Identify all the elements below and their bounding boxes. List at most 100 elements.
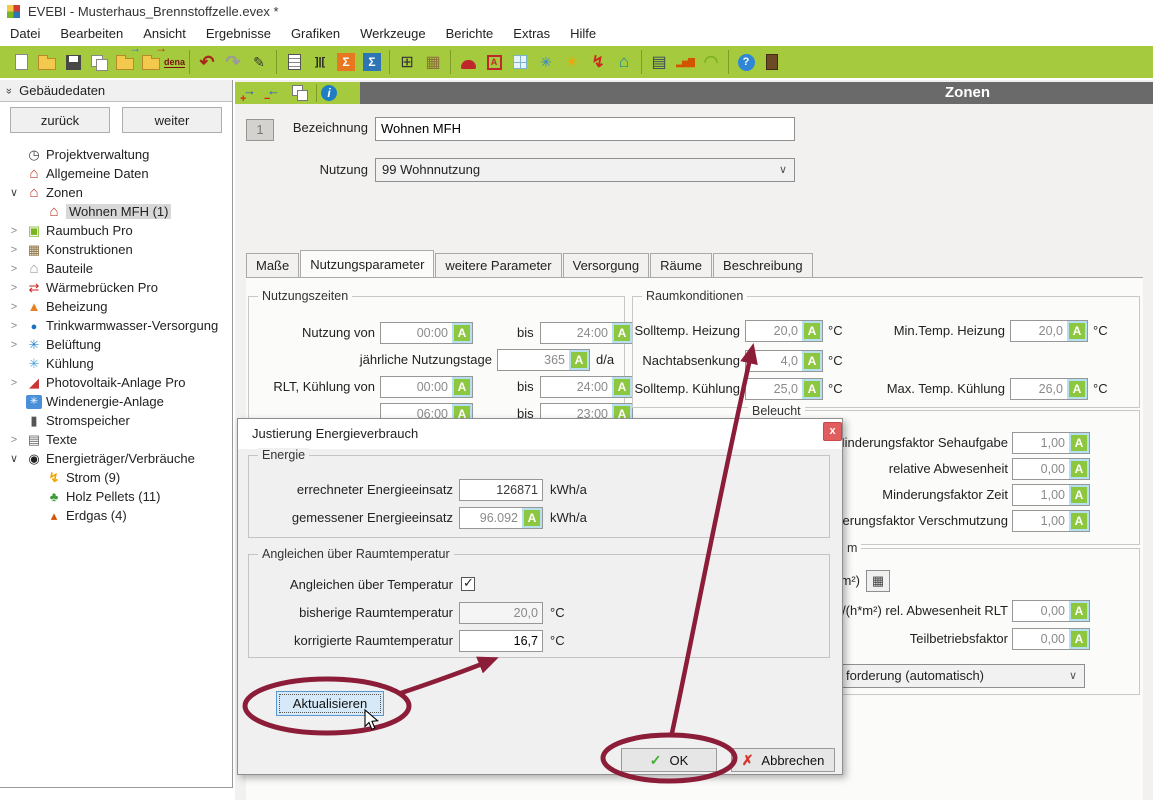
tab-raeume[interactable]: Räume [650, 253, 712, 277]
open-folder-icon[interactable] [34, 49, 60, 75]
rel-abwesenheit-rlt-field[interactable]: 0,00A [1012, 600, 1090, 622]
calculator-button[interactable] [866, 570, 890, 592]
bezeichnung-input[interactable]: Wohnen MFH [375, 117, 795, 141]
menu-berichte[interactable]: Berichte [436, 22, 504, 46]
tab-masse[interactable]: Maße [246, 253, 299, 277]
menu-datei[interactable]: Datei [0, 22, 50, 46]
undo-icon[interactable] [194, 49, 220, 75]
sidebar-item-windenergie[interactable]: Windenergie-Anlage [0, 392, 232, 411]
sidebar-item-holz-pellets[interactable]: Holz Pellets (11) [0, 487, 232, 506]
help-icon[interactable] [733, 49, 759, 75]
auto-button[interactable]: A [1067, 379, 1087, 399]
house-euro-icon[interactable] [611, 49, 637, 75]
sidebar-item-kuehlung[interactable]: Kühlung [0, 354, 232, 373]
menu-werkzeuge[interactable]: Werkzeuge [350, 22, 436, 46]
energy-curve-icon[interactable] [698, 49, 724, 75]
back-button[interactable]: zurück [10, 107, 110, 133]
menu-hilfe[interactable]: Hilfe [560, 22, 606, 46]
min-temp-heizung-field[interactable]: 20,0A [1010, 320, 1088, 342]
errechneter-energieeinsatz-field[interactable]: 126871 [459, 479, 543, 501]
teilbetriebsfaktor-field[interactable]: 0,00A [1012, 628, 1090, 650]
sidebar-item-strom[interactable]: Strom (9) [0, 468, 232, 487]
lightning-icon[interactable] [585, 49, 611, 75]
nutzung-von-field[interactable]: 00:00A [380, 322, 473, 344]
nutzungstage-field[interactable]: 365A [497, 349, 590, 371]
add-zone-icon[interactable] [240, 84, 264, 102]
ok-button[interactable]: OK [621, 748, 717, 772]
scheme-icon[interactable] [394, 49, 420, 75]
angleichen-checkbox[interactable] [461, 577, 475, 591]
sidebar-item-projektverwaltung[interactable]: Projektverwaltung [0, 145, 232, 164]
helmet-icon[interactable] [455, 49, 481, 75]
expander-closed-icon[interactable] [8, 434, 20, 446]
max-temp-kuehlung-field[interactable]: 26,0A [1010, 378, 1088, 400]
solltemp-kuehlung-field[interactable]: 25,0A [745, 378, 823, 400]
fire-protection-icon[interactable] [481, 49, 507, 75]
auto-button[interactable]: A [802, 321, 822, 341]
auto-button[interactable]: A [452, 323, 472, 343]
dena-logo[interactable]: dena [164, 57, 185, 68]
auto-button[interactable]: A [1069, 485, 1089, 505]
document-icon[interactable] [281, 49, 307, 75]
door-icon[interactable] [759, 49, 785, 75]
sidebar-item-energietraeger[interactable]: Energieträger/Verbräuche [0, 449, 232, 468]
sidebar-item-texte[interactable]: Texte [0, 430, 232, 449]
report-icon[interactable] [646, 49, 672, 75]
rlt-von-field[interactable]: 00:00A [380, 376, 473, 398]
auto-button[interactable]: A [1069, 433, 1089, 453]
sidebar-item-erdgas[interactable]: Erdgas (4) [0, 506, 232, 525]
copy-icon[interactable] [86, 49, 112, 75]
minderungsfaktor-zeit-field[interactable]: 1,00A [1012, 484, 1090, 506]
expander-closed-icon[interactable] [8, 282, 20, 294]
wall-layers-icon[interactable] [420, 49, 446, 75]
window-icon[interactable] [507, 49, 533, 75]
auto-button[interactable]: A [1069, 459, 1089, 479]
nutzung-select[interactable]: 99 Wohnnutzung [375, 158, 795, 182]
expander-open-icon[interactable] [8, 452, 20, 465]
sum-blue-icon[interactable] [359, 49, 385, 75]
expander-closed-icon[interactable] [8, 320, 20, 332]
copy-zone-icon[interactable] [288, 84, 312, 102]
menu-extras[interactable]: Extras [503, 22, 560, 46]
remove-zone-icon[interactable] [264, 84, 288, 102]
sidebar-item-raumbuch-pro[interactable]: Raumbuch Pro [0, 221, 232, 240]
info-icon[interactable] [321, 85, 337, 101]
expander-closed-icon[interactable] [8, 225, 20, 237]
export-folder-icon[interactable] [138, 49, 164, 75]
relative-abwesenheit-field[interactable]: 0,00A [1012, 458, 1090, 480]
sidebar-header[interactable]: Gebäudedaten [0, 80, 232, 102]
sum-orange-icon[interactable] [333, 49, 359, 75]
expander-closed-icon[interactable] [8, 339, 20, 351]
minderungsfaktor-sehaufgabe-field[interactable]: 1,00A [1012, 432, 1090, 454]
auto-button[interactable]: A [1069, 601, 1089, 621]
ventilator-icon[interactable] [533, 49, 559, 75]
aktualisieren-button[interactable]: Aktualisieren [276, 691, 384, 716]
sidebar-item-belueftung[interactable]: Belüftung [0, 335, 232, 354]
expander-open-icon[interactable] [8, 186, 20, 199]
tab-beschreibung[interactable]: Beschreibung [713, 253, 813, 277]
menu-bearbeiten[interactable]: Bearbeiten [50, 22, 133, 46]
sidebar-item-stromspeicher[interactable]: Stromspeicher [0, 411, 232, 430]
tab-versorgung[interactable]: Versorgung [563, 253, 650, 277]
solltemp-heizung-field[interactable]: 20,0A [745, 320, 823, 342]
edit-wand-icon[interactable] [246, 49, 272, 75]
auto-button[interactable]: A [1067, 321, 1087, 341]
auto-button[interactable]: A [802, 379, 822, 399]
tab-weitere-parameter[interactable]: weitere Parameter [435, 253, 561, 277]
sidebar-item-konstruktionen[interactable]: Konstruktionen [0, 240, 232, 259]
close-icon[interactable]: x [823, 422, 842, 441]
auto-button[interactable]: A [569, 350, 589, 370]
save-icon[interactable] [60, 49, 86, 75]
auto-button[interactable]: A [522, 508, 542, 528]
expander-closed-icon[interactable] [8, 244, 20, 256]
sidebar-item-beheizung[interactable]: Beheizung [0, 297, 232, 316]
chart-icon[interactable] [672, 49, 698, 75]
sidebar-item-waermebruecken[interactable]: Wärmebrücken Pro [0, 278, 232, 297]
minderungsfaktor-verschmutzung-field[interactable]: 1,00A [1012, 510, 1090, 532]
sidebar-item-zonen[interactable]: Zonen [0, 183, 232, 202]
next-button[interactable]: weiter [122, 107, 222, 133]
auto-button[interactable]: A [802, 351, 822, 371]
sun-icon[interactable] [559, 49, 585, 75]
gemessener-energieeinsatz-field[interactable]: 96.092A [459, 507, 543, 529]
auto-button[interactable]: A [452, 377, 472, 397]
